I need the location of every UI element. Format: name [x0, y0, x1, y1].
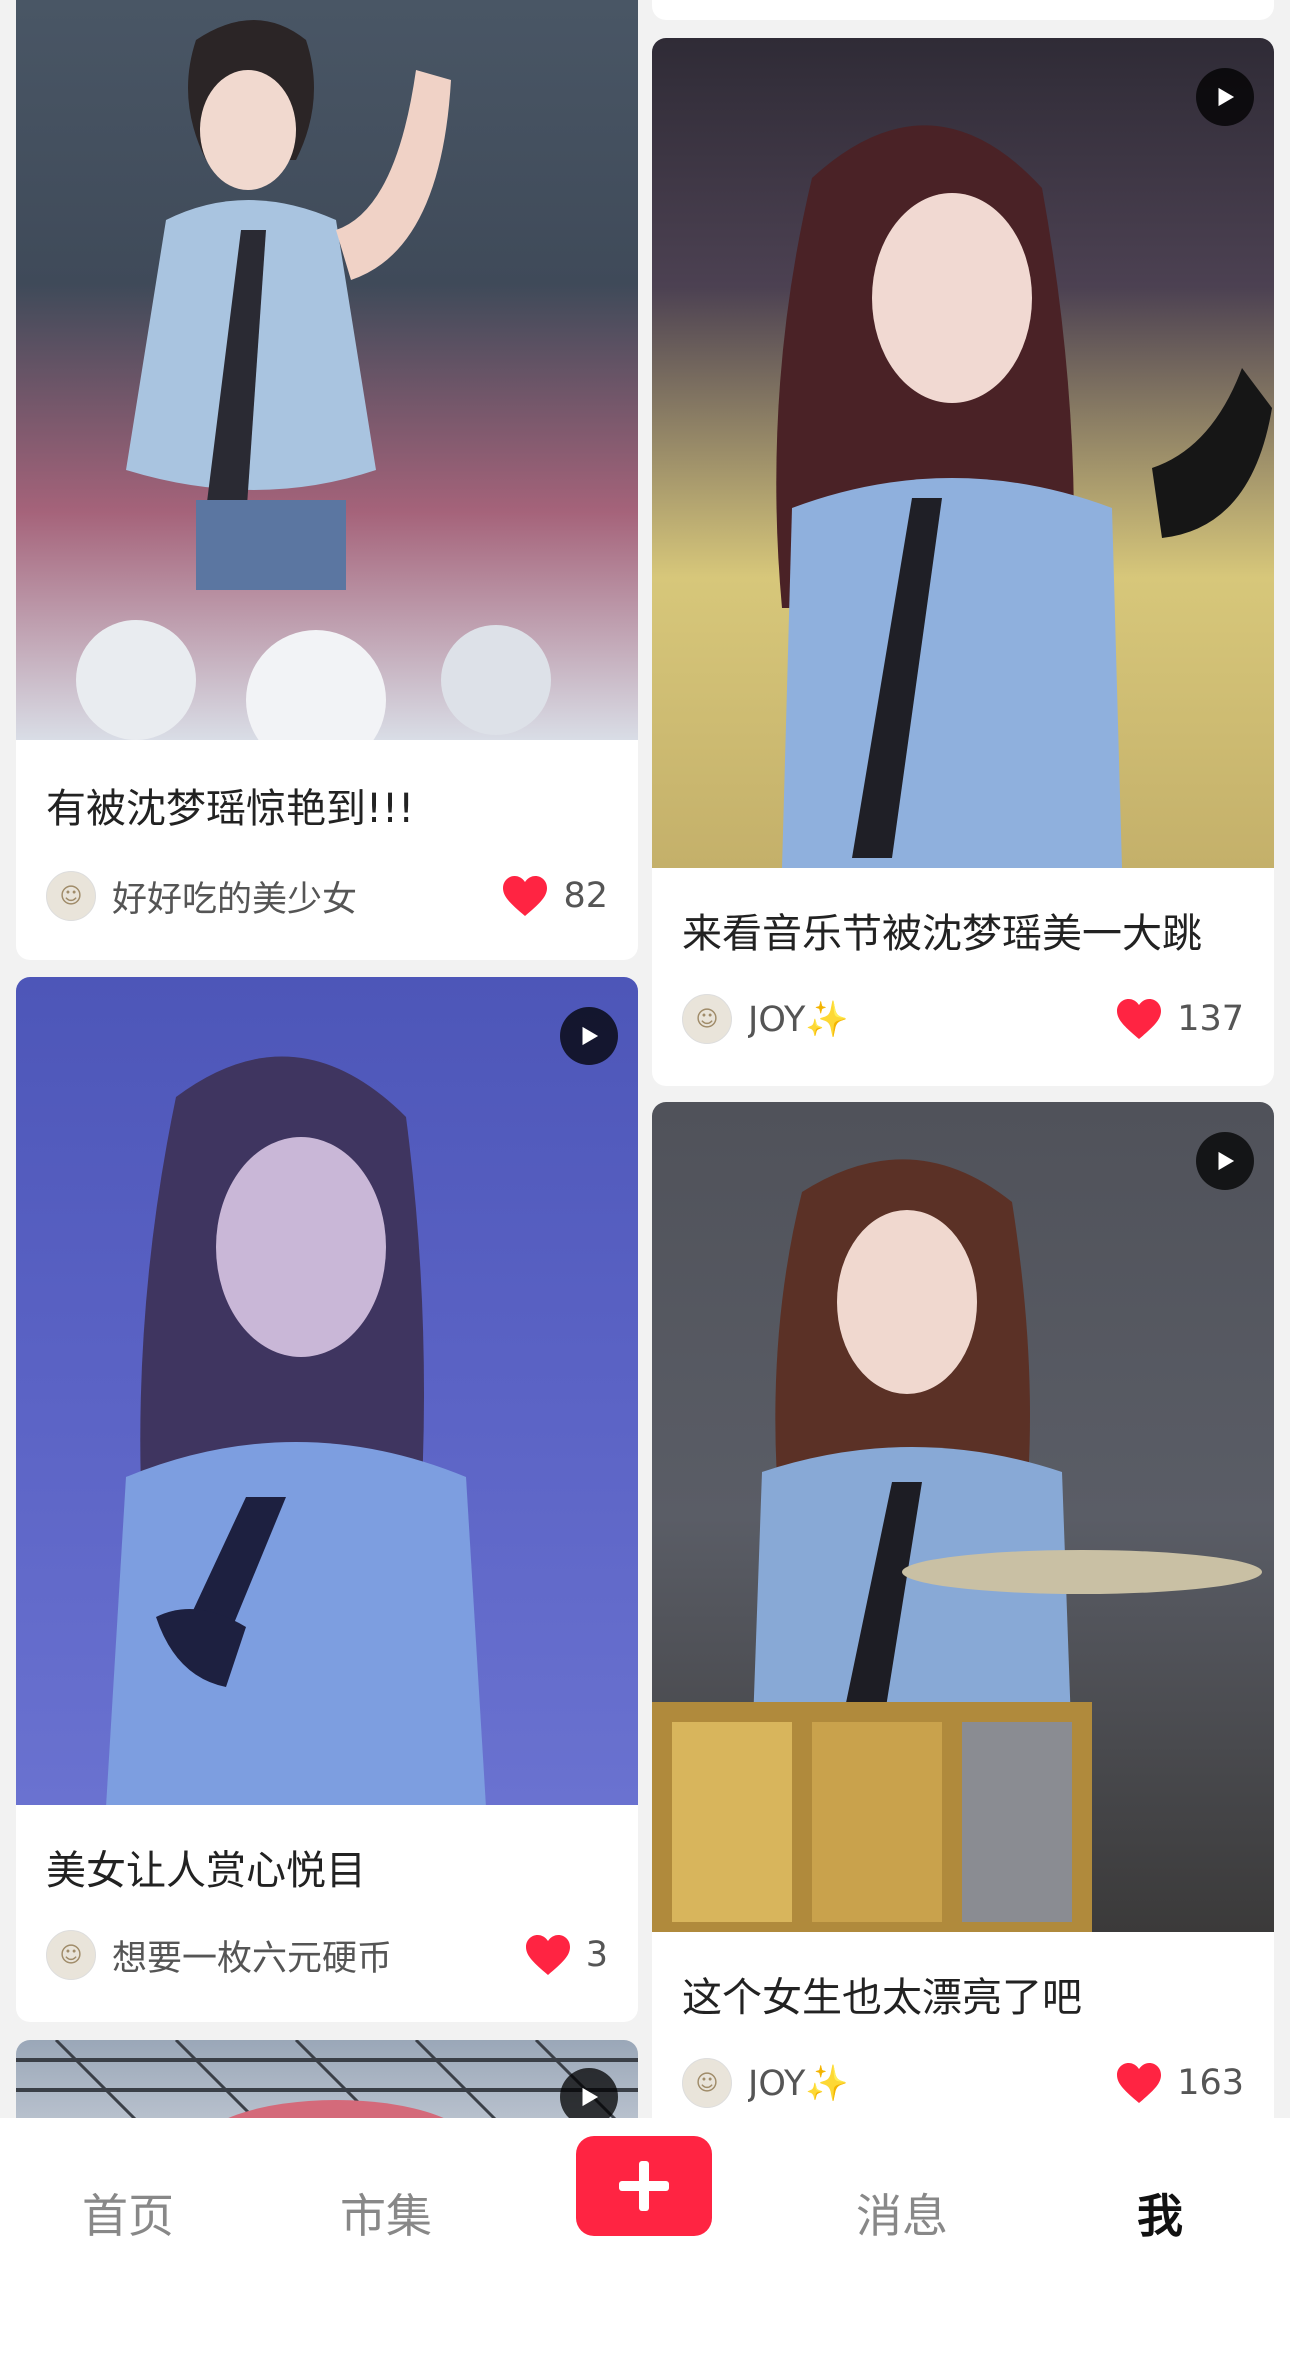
add-post-button[interactable]	[576, 2136, 712, 2236]
video-play-icon	[560, 1007, 618, 1065]
post-meta: ☺ 好好吃的美少女 82	[46, 870, 608, 922]
author-name[interactable]: JOY✨	[748, 2063, 1115, 2104]
like-count: 3	[585, 1935, 608, 1975]
post-title[interactable]: 来看音乐节被沈梦瑶美一大跳	[682, 910, 1250, 958]
nav-market[interactable]: 市集	[296, 2158, 476, 2268]
heart-icon[interactable]	[1115, 997, 1163, 1041]
avatar[interactable]: ☺	[682, 2058, 732, 2108]
plus-icon	[619, 2161, 669, 2211]
avatar[interactable]: ☺	[46, 1930, 96, 1980]
post-title[interactable]: 这个女生也太漂亮了吧	[682, 1974, 1250, 2022]
like-count: 137	[1177, 999, 1244, 1039]
performer-photo	[776, 125, 1272, 868]
post-card[interactable]: 这个女生也太漂亮了吧 ☺ JOY✨ 163	[652, 1102, 1274, 2152]
post-card[interactable]: 来看音乐节被沈梦瑶美一大跳 ☺ JOY✨ 137	[652, 38, 1274, 1086]
nav-messages[interactable]: 消息	[812, 2158, 992, 2268]
bottom-nav: 首页 市集 消息 我	[0, 2118, 1290, 2355]
post-card[interactable]: 有被沈梦瑶惊艳到!!! ☺ 好好吃的美少女 82	[16, 0, 638, 960]
nav-home[interactable]: 首页	[38, 2158, 218, 2268]
like-count: 82	[563, 876, 608, 916]
post-meta: ☺ JOY✨ 137	[682, 993, 1244, 1045]
performer-photo	[652, 1159, 1262, 1932]
author-name[interactable]: 想要一枚六元硬币	[112, 1930, 524, 1981]
performer-photo	[106, 1056, 486, 1807]
heart-icon[interactable]	[1115, 2061, 1163, 2105]
avatar[interactable]: ☺	[46, 871, 96, 921]
video-play-icon	[1196, 68, 1254, 126]
post-card[interactable]	[652, 0, 1274, 20]
heart-icon[interactable]	[501, 874, 549, 918]
heart-icon[interactable]	[524, 1933, 572, 1977]
post-cover-image[interactable]	[652, 1102, 1274, 1932]
performer-photo	[76, 20, 551, 770]
video-play-icon	[1196, 1132, 1254, 1190]
post-cover-image[interactable]	[652, 38, 1274, 868]
post-card[interactable]: 美女让人赏心悦目 ☺ 想要一枚六元硬币 3	[16, 977, 638, 2022]
post-cover-image[interactable]	[16, 0, 638, 770]
post-title[interactable]: 美女让人赏心悦目	[46, 1847, 614, 1895]
nav-me[interactable]: 我	[1070, 2158, 1250, 2268]
author-name[interactable]: 好好吃的美少女	[112, 871, 501, 922]
post-cover-image[interactable]	[16, 977, 638, 1807]
like-count: 163	[1177, 2063, 1244, 2103]
avatar[interactable]: ☺	[682, 994, 732, 1044]
post-meta: ☺ 想要一枚六元硬币 3	[46, 1929, 608, 1981]
post-title[interactable]: 有被沈梦瑶惊艳到!!!	[46, 785, 614, 833]
author-name[interactable]: JOY✨	[748, 999, 1115, 1040]
post-meta: ☺ JOY✨ 163	[682, 2057, 1244, 2109]
